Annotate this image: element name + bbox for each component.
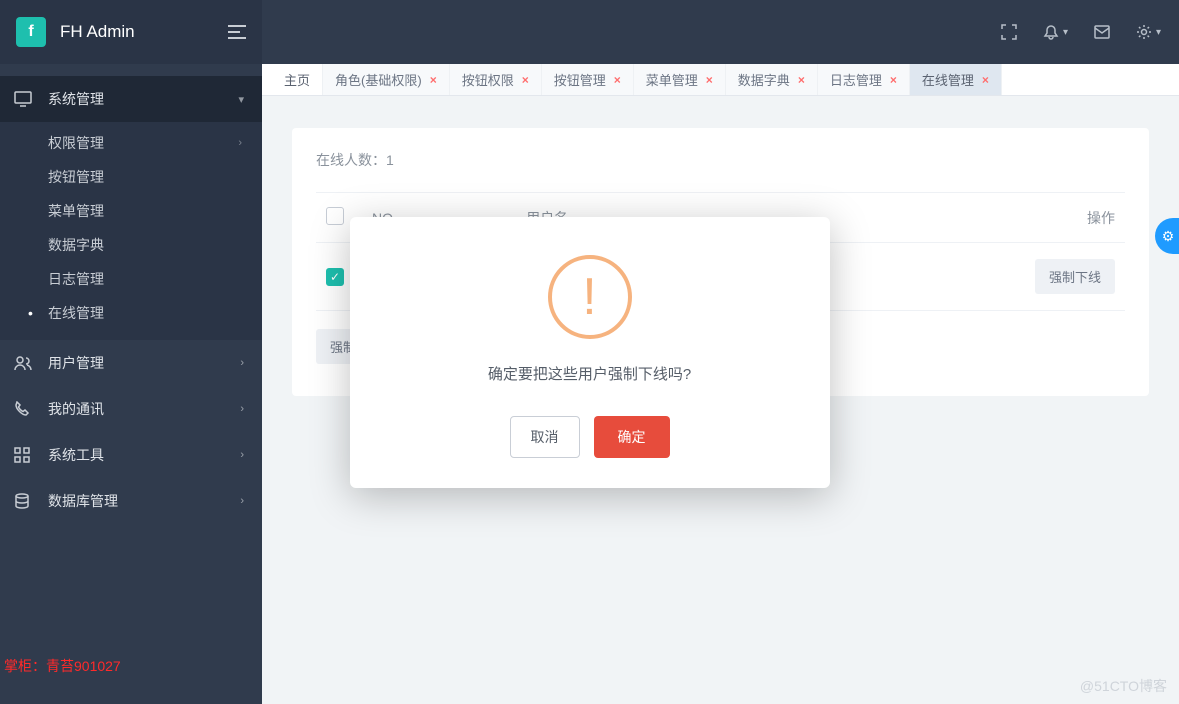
confirm-modal: ! 确定要把这些用户强制下线吗? 取消 确定 <box>350 217 830 488</box>
cancel-button[interactable]: 取消 <box>510 416 580 458</box>
warning-icon: ! <box>548 255 632 339</box>
modal-actions: 取消 确定 <box>510 416 670 458</box>
modal-overlay: ! 确定要把这些用户强制下线吗? 取消 确定 <box>0 0 1179 704</box>
confirm-button[interactable]: 确定 <box>594 416 670 458</box>
modal-message: 确定要把这些用户强制下线吗? <box>488 363 691 384</box>
